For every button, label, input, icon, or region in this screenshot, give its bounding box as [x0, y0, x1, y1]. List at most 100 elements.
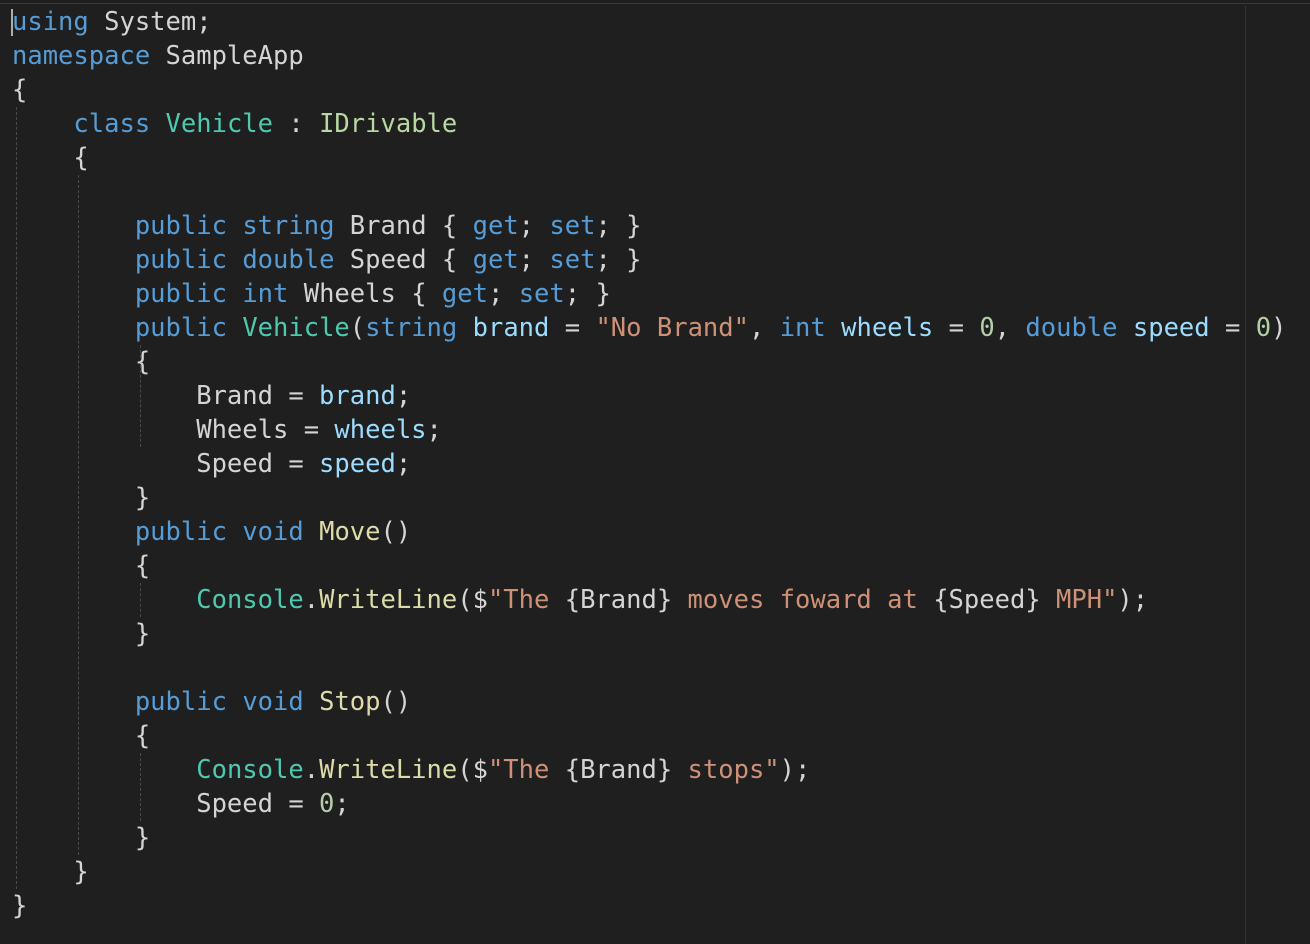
- code-line-18[interactable]: Console.WriteLine($"The {Brand} moves fo…: [12, 583, 1286, 617]
- code-line-20[interactable]: [12, 651, 1286, 685]
- code-line-21[interactable]: public void Stop(): [12, 685, 1286, 719]
- code-token: ; }: [564, 279, 611, 309]
- code-token: ,: [994, 313, 1026, 343]
- code-token: using: [12, 7, 89, 37]
- code-line-14[interactable]: Speed = speed;: [12, 447, 1286, 481]
- code-token: get: [441, 279, 488, 309]
- code-line-5[interactable]: {: [12, 141, 1286, 175]
- code-token: ;: [487, 279, 519, 309]
- code-token: System;: [88, 7, 212, 37]
- code-token: .: [303, 755, 320, 785]
- code-token: namespace: [12, 41, 151, 71]
- code-token: ,: [748, 313, 780, 343]
- code-token: }: [12, 891, 28, 921]
- code-token: ; }: [595, 211, 642, 241]
- code-token: brand: [472, 313, 550, 343]
- code-token: Move: [319, 517, 381, 547]
- code-line-11[interactable]: {: [12, 345, 1286, 379]
- code-token: Wheels =: [12, 415, 335, 445]
- code-line-19[interactable]: }: [12, 617, 1286, 651]
- code-line-12[interactable]: Brand = brand;: [12, 379, 1286, 413]
- code-token: class: [73, 109, 151, 139]
- code-line-8[interactable]: public double Speed { get; set; }: [12, 243, 1286, 277]
- code-token: "No Brand": [595, 313, 749, 343]
- code-token: WriteLine: [319, 755, 458, 785]
- code-token: void: [242, 687, 304, 717]
- code-token: {: [12, 551, 151, 581]
- code-line-3[interactable]: {: [12, 73, 1286, 107]
- code-line-9[interactable]: public int Wheels { get; set; }: [12, 277, 1286, 311]
- code-token: Brand =: [12, 381, 320, 411]
- code-token: Speed =: [12, 789, 320, 819]
- code-token: wheels: [334, 415, 427, 445]
- code-token: }: [12, 857, 89, 887]
- code-line-13[interactable]: Wheels = wheels;: [12, 413, 1286, 447]
- code-line-16[interactable]: public void Move(): [12, 515, 1286, 549]
- code-token: :: [273, 109, 320, 139]
- code-line-7[interactable]: public string Brand { get; set; }: [12, 209, 1286, 243]
- code-token: MPH": [1040, 585, 1118, 615]
- code-token: brand: [319, 381, 396, 411]
- code-token: Console: [196, 755, 304, 785]
- code-line-22[interactable]: {: [12, 719, 1286, 753]
- code-line-6[interactable]: [12, 175, 1286, 209]
- code-token: ;: [334, 789, 350, 819]
- code-token: Vehicle: [165, 109, 274, 139]
- code-token: }: [12, 483, 151, 513]
- code-token: double: [1025, 313, 1118, 343]
- code-token: }: [12, 619, 151, 649]
- code-token: ;: [426, 415, 442, 445]
- text-cursor: [11, 9, 13, 36]
- code-token: Wheels {: [288, 279, 442, 309]
- code-token: string: [242, 211, 335, 241]
- code-token: get: [472, 245, 519, 275]
- code-line-24[interactable]: Speed = 0;: [12, 787, 1286, 821]
- code-line-2[interactable]: namespace SampleApp: [12, 39, 1286, 73]
- code-line-26[interactable]: }: [12, 855, 1286, 889]
- code-token: int: [242, 279, 289, 309]
- code-line-25[interactable]: }: [12, 821, 1286, 855]
- code-token: );: [1117, 585, 1149, 615]
- code-line-10[interactable]: public Vehicle(string brand = "No Brand"…: [12, 311, 1287, 345]
- code-token: public: [134, 313, 227, 343]
- code-token: double: [242, 245, 335, 275]
- code-token: );: [779, 755, 811, 785]
- code-token: {: [12, 75, 28, 105]
- code-token: ;: [518, 211, 550, 241]
- code-token: get: [472, 211, 519, 241]
- code-token: WriteLine: [319, 585, 458, 615]
- code-line-1[interactable]: using System;: [12, 5, 1286, 39]
- code-token: ($: [457, 585, 488, 615]
- code-token: string: [365, 313, 458, 343]
- code-token: public: [134, 245, 227, 275]
- code-editor[interactable]: using System; namespace SampleApp{ class …: [12, 5, 1286, 923]
- code-token: public: [134, 517, 227, 547]
- code-line-27[interactable]: }: [12, 889, 1286, 923]
- code-token: Speed =: [12, 449, 320, 479]
- code-token: Stop: [319, 687, 381, 717]
- code-token: ;: [518, 245, 550, 275]
- code-line-4[interactable]: class Vehicle : IDrivable: [12, 107, 1286, 141]
- code-line-15[interactable]: }: [12, 481, 1286, 515]
- code-token: =: [549, 313, 596, 343]
- code-token: set: [518, 279, 565, 309]
- code-token: set: [549, 211, 596, 241]
- code-token: public: [134, 279, 227, 309]
- code-token: moves foward at: [672, 585, 934, 615]
- code-line-17[interactable]: {: [12, 549, 1286, 583]
- code-token: set: [549, 245, 596, 275]
- code-token: void: [242, 517, 304, 547]
- code-line-23[interactable]: Console.WriteLine($"The {Brand} stops");: [12, 753, 1286, 787]
